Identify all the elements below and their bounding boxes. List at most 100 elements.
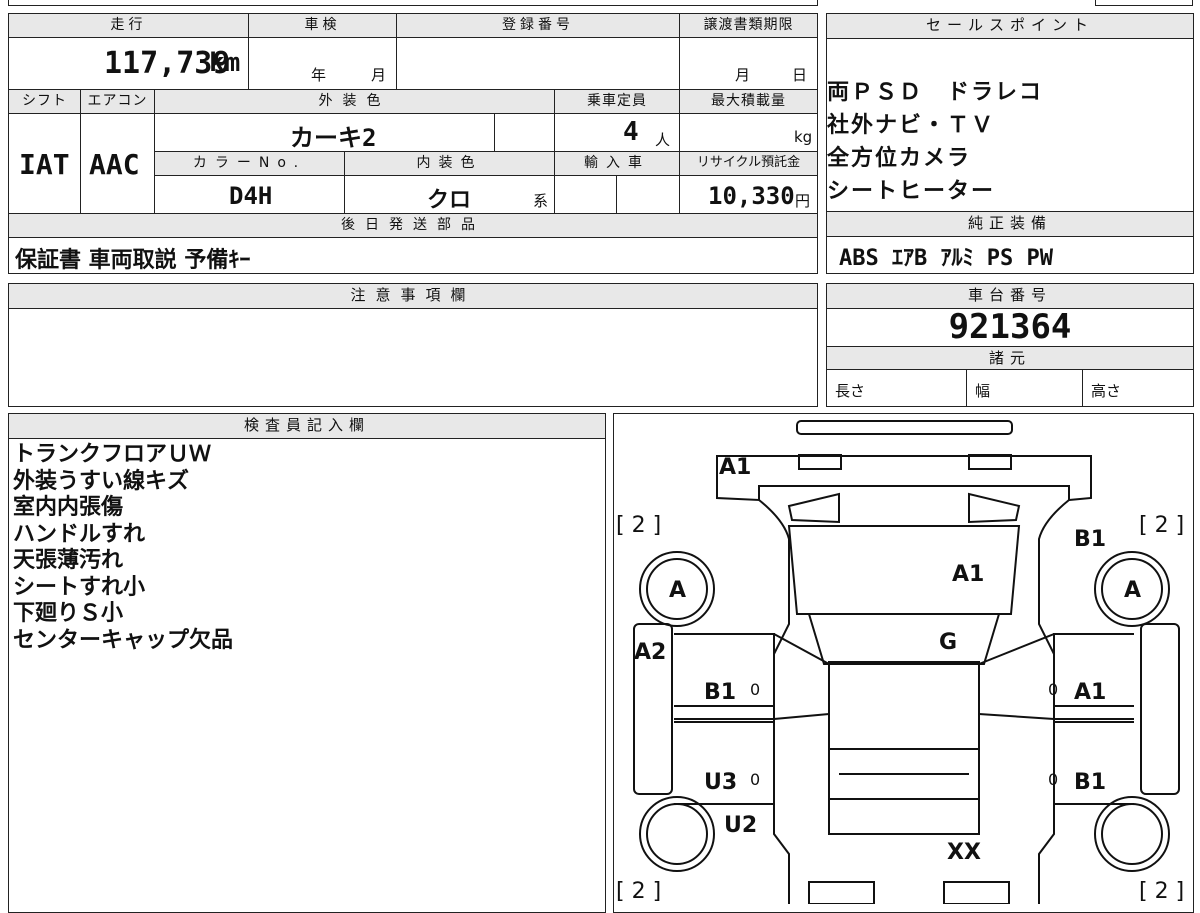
- spec-length: 長さ: [827, 370, 967, 406]
- inspection-label: 車検: [249, 14, 397, 38]
- car-diagram: A1 A1 G A2 B1 U3 U2 B1 A1 B1 XX A A [ 2 …: [616, 420, 1184, 904]
- top-cropped-strip: [8, 0, 818, 6]
- inspector-line: 天張薄汚れ: [13, 548, 124, 573]
- spec-width: 幅: [967, 370, 1083, 406]
- inspector-line: トランクフロアＵＷ: [13, 442, 212, 467]
- notes-label: 注意事項欄: [9, 284, 817, 309]
- mark-door-rear-right: B1: [1074, 770, 1106, 795]
- color-no-value: D4H: [229, 182, 273, 210]
- inspector-line: シートすれ小: [13, 574, 146, 600]
- chassis-label: 車台番号: [827, 284, 1193, 309]
- transfer-month: 月: [735, 66, 751, 84]
- spec-height-label: 高さ: [1091, 382, 1122, 400]
- registration-label: 登録番号: [397, 14, 680, 38]
- sales-point-line: 両ＰＳＤ ドラレコ: [827, 80, 1044, 105]
- zero-mark: 0: [1048, 680, 1058, 699]
- mark-windshield: G: [939, 630, 957, 655]
- sales-point-list: 両ＰＳＤ ドラレコ 社外ナビ・ＴＶ 全方位カメラ シートヒーター: [827, 76, 1043, 208]
- zero-mark: 0: [750, 770, 760, 789]
- inspection-month: 月: [371, 66, 387, 84]
- capacity-unit: 人: [655, 131, 671, 149]
- main-info-table: 走行 車検 登録番号 譲渡書類期限 117,739 km 年 月 月 日 シフト…: [8, 13, 818, 274]
- sales-point-line: 社外ナビ・ＴＶ: [827, 113, 996, 138]
- mark-door-rear-left: U3: [704, 770, 737, 795]
- shift-cell: IAT: [9, 114, 81, 214]
- spec-width-label: 幅: [975, 382, 991, 400]
- interior-suffix: 系: [533, 192, 549, 210]
- later-label: 後日発送部品: [9, 214, 817, 238]
- shift-label: シフト: [9, 90, 81, 114]
- inspector-line: センターキャップ欠品: [13, 627, 234, 653]
- equipment-box: 純正装備 ABS ｴｱB ｱﾙﾐ PS PW: [826, 212, 1194, 274]
- import-cell-a: [555, 176, 617, 214]
- exterior-extra-cell: [495, 114, 555, 152]
- sales-point-line: 全方位カメラ: [827, 146, 972, 171]
- inspector-list: トランクフロアＵＷ 外装うすい線キズ 室内内張傷 ハンドルすれ 天張薄汚れ シー…: [13, 442, 233, 654]
- mark-door-front-right: A1: [1074, 680, 1106, 705]
- chassis-number: 921364: [948, 307, 1072, 347]
- interior-cell: クロ 系: [345, 176, 555, 214]
- sales-point-box: セールスポイント 両ＰＳＤ ドラレコ 社外ナビ・ＴＶ 全方位カメラ シートヒータ…: [826, 13, 1194, 212]
- inspection-cell: 年 月: [249, 38, 397, 90]
- inspector-line: 下廻りＳ小: [13, 601, 124, 626]
- color-no-label: カラーNo.: [155, 152, 345, 176]
- chassis-box: 車台番号 921364 諸元 長さ 幅 高さ: [826, 283, 1194, 407]
- interior-label: 内装色: [345, 152, 555, 176]
- exterior-value: カーキ2: [290, 124, 377, 152]
- notes-box: 注意事項欄: [8, 283, 818, 407]
- recycle-unit: 円: [795, 192, 811, 210]
- tire-tl: [ 2 ]: [616, 513, 661, 538]
- color-no-cell: D4H: [155, 176, 345, 214]
- mark-wheel-front-right: A: [1124, 578, 1141, 603]
- sales-point-line: シートヒーター: [827, 179, 996, 204]
- zero-mark: 0: [1048, 770, 1058, 789]
- tire-bl: [ 2 ]: [616, 879, 661, 904]
- shift-value: IAT: [19, 148, 70, 181]
- ac-label: エアコン: [81, 90, 155, 114]
- transfer-label: 譲渡書類期限: [680, 14, 817, 38]
- import-cell-b: [617, 176, 680, 214]
- inspector-line: 外装うすい線キズ: [13, 468, 190, 494]
- capacity-value: 4: [623, 117, 639, 147]
- capacity-label: 乗車定員: [555, 90, 680, 114]
- registration-cell: [397, 38, 680, 90]
- transfer-day: 日: [792, 66, 808, 84]
- mark-door-front-left: B1: [704, 680, 736, 705]
- inspector-box: 検査員記入欄 トランクフロアＵＷ 外装うすい線キズ 室内内張傷 ハンドルすれ 天…: [8, 413, 606, 913]
- ac-cell: AAC: [81, 114, 155, 214]
- top-cropped-strip-right: [1095, 0, 1193, 6]
- later-value: 保証書 車両取説 予備ｷｰ: [15, 248, 251, 273]
- inspector-line: ハンドルすれ: [13, 521, 146, 547]
- mileage-unit: km: [209, 48, 241, 78]
- mark-wheel-front-left: A: [669, 578, 686, 603]
- interior-value: クロ: [427, 188, 472, 213]
- equipment-label: 純正装備: [827, 212, 1193, 237]
- exterior-label: 外装色: [155, 90, 555, 114]
- load-label: 最大積載量: [680, 90, 817, 114]
- sales-point-label: セールスポイント: [827, 14, 1193, 39]
- inspection-year: 年: [311, 66, 327, 84]
- mark-front: A1: [719, 455, 751, 480]
- mark-roof-rear: XX: [947, 840, 981, 865]
- load-unit: kg: [794, 128, 813, 146]
- inspector-label: 検査員記入欄: [9, 414, 605, 439]
- recycle-label: リサイクル預託金: [680, 152, 817, 176]
- tire-tr: [ 2 ]: [1139, 513, 1184, 538]
- recycle-cell: 10,330 円: [680, 176, 817, 214]
- spec-height: 高さ: [1083, 370, 1193, 406]
- load-cell: kg: [680, 114, 817, 152]
- inspector-line: 室内内張傷: [13, 495, 124, 520]
- exterior-cell: カーキ2: [155, 114, 495, 152]
- import-label: 輸入車: [555, 152, 680, 176]
- ac-value: AAC: [89, 148, 140, 181]
- mark-fender-left: A2: [634, 640, 666, 665]
- mileage-label: 走行: [9, 14, 249, 38]
- mark-quarter-left: U2: [724, 813, 757, 838]
- equipment-value: ABS ｴｱB ｱﾙﾐ PS PW: [839, 246, 1053, 271]
- zero-mark: 0: [750, 680, 760, 699]
- tire-br: [ 2 ]: [1139, 879, 1184, 904]
- recycle-value: 10,330: [708, 182, 795, 210]
- mark-hood: A1: [952, 562, 984, 587]
- mark-fender-right: B1: [1074, 527, 1106, 552]
- spec-length-label: 長さ: [835, 382, 866, 400]
